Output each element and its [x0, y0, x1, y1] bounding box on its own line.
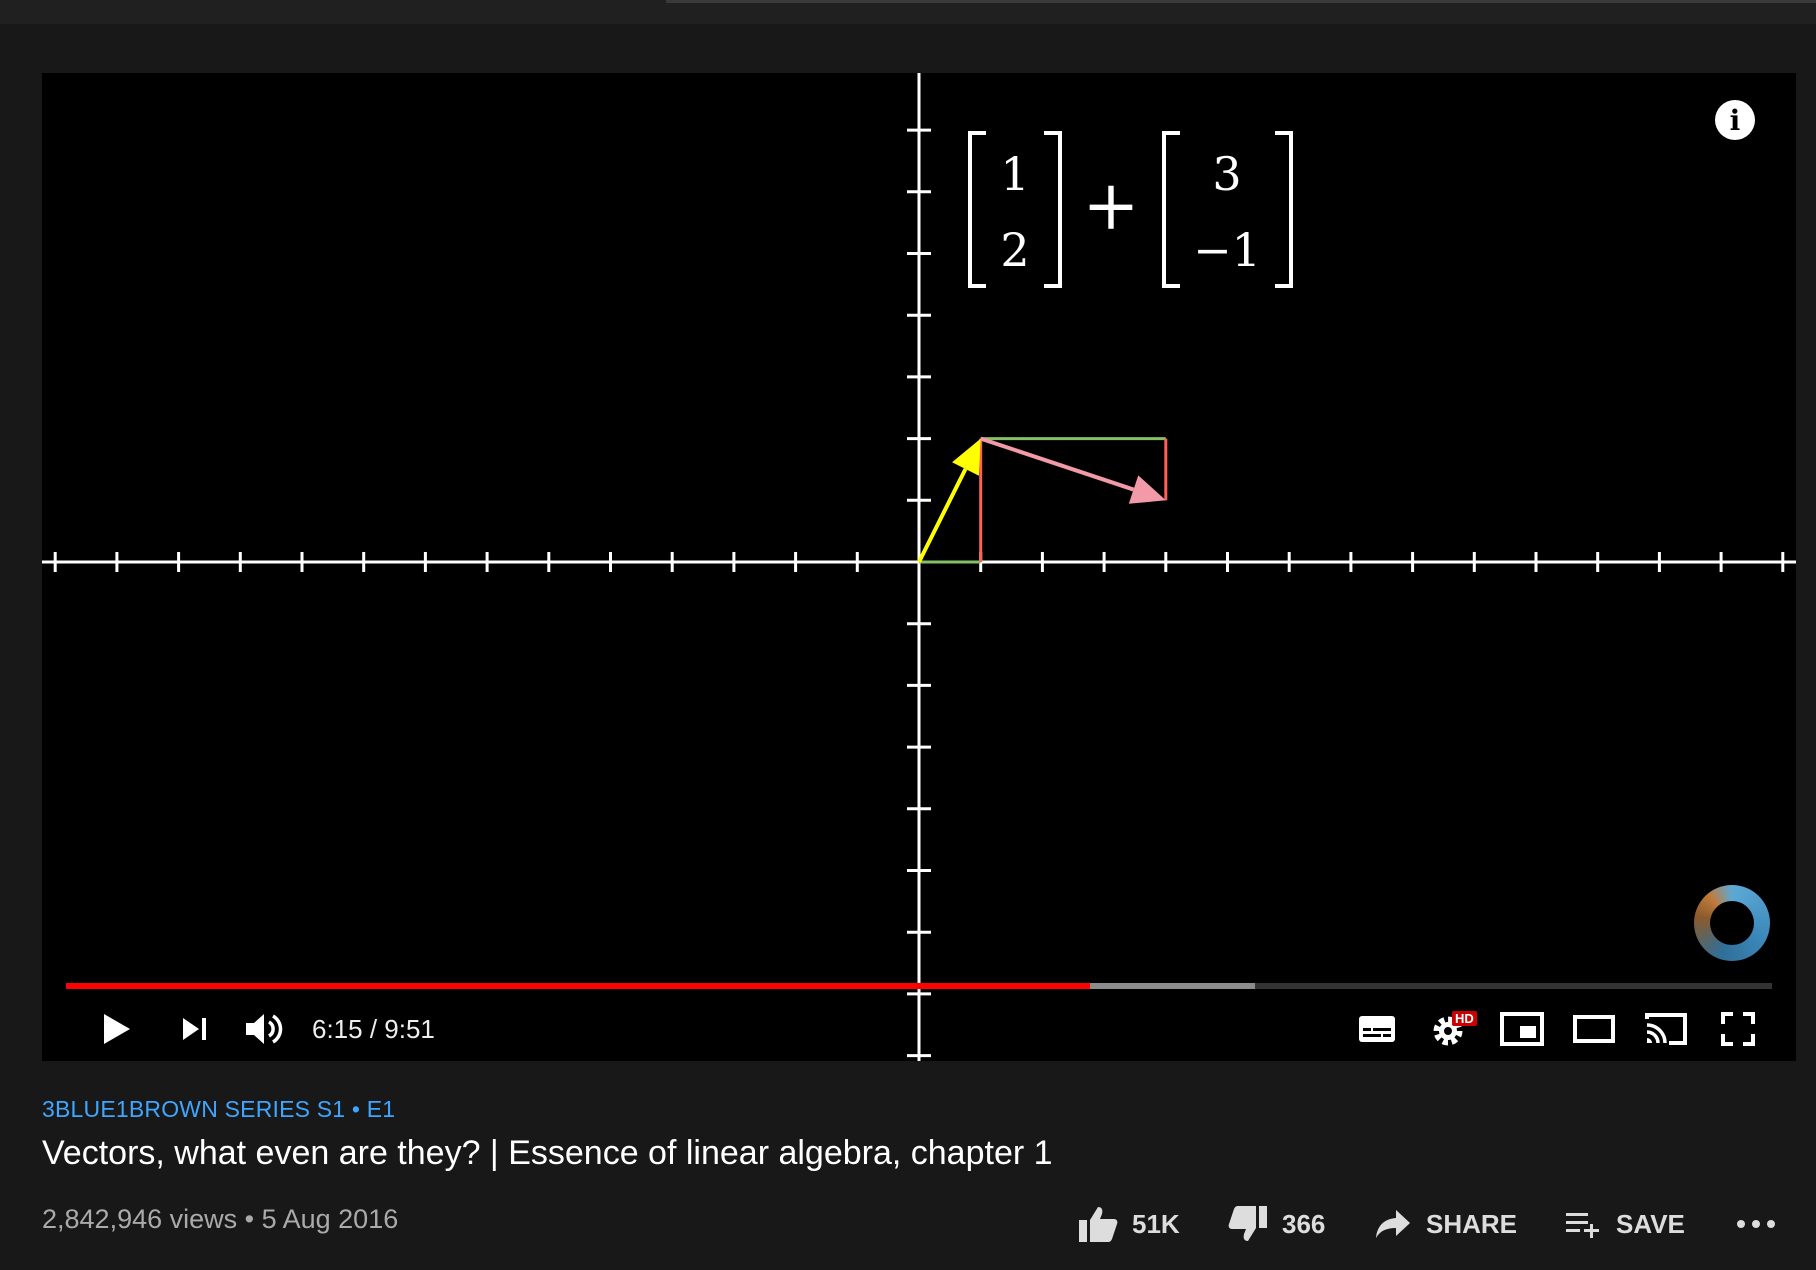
- miniplayer-button[interactable]: [1494, 1003, 1550, 1055]
- vector-a-matrix-right-bracket: [1044, 131, 1062, 288]
- player-controls: 6:15 / 9:51 HD: [42, 1003, 1796, 1061]
- top-bar-divider: [666, 0, 1816, 3]
- share-label: SHARE: [1426, 1208, 1518, 1239]
- cast-icon: [1645, 1013, 1687, 1045]
- info-icon[interactable]: i: [1715, 100, 1755, 140]
- vector-a-matrix-entry: 1: [1000, 147, 1029, 201]
- share-icon: [1376, 1210, 1410, 1238]
- save-button[interactable]: SAVE: [1564, 1196, 1685, 1252]
- more-icon: [1737, 1220, 1775, 1228]
- subtitles-button[interactable]: [1352, 1003, 1402, 1055]
- settings-button[interactable]: HD: [1422, 1003, 1478, 1055]
- thumbs-up-icon: [1079, 1207, 1118, 1242]
- share-button[interactable]: SHARE: [1374, 1196, 1517, 1252]
- theater-button[interactable]: [1566, 1003, 1622, 1055]
- cast-button[interactable]: [1638, 1003, 1694, 1055]
- like-button[interactable]: 51K: [1078, 1196, 1180, 1252]
- add-to-playlist-icon: [1566, 1213, 1599, 1238]
- volume-button[interactable]: [238, 1003, 290, 1055]
- hd-badge: HD: [1452, 1011, 1477, 1026]
- vector-b-matrix-right-bracket: [1275, 131, 1293, 288]
- vector-a-matrix-left-bracket: [968, 131, 986, 288]
- dislike-button[interactable]: 366: [1228, 1196, 1325, 1252]
- vector-a-matrix-entry: 2: [1000, 223, 1029, 277]
- like-count: 51K: [1132, 1208, 1180, 1239]
- thumbs-down-icon: [1228, 1206, 1267, 1241]
- vector-b-shaft: [980, 436, 1135, 492]
- more-actions-button[interactable]: [1736, 1196, 1790, 1252]
- video-player[interactable]: 1 2 +3 −1 i 6:15 / 9:51 HD: [42, 73, 1796, 1061]
- vector-a-shaft: [917, 468, 968, 563]
- vector-b-matrix-entry: −1: [1193, 223, 1261, 277]
- subtitles-icon: [1359, 1016, 1395, 1042]
- next-icon: [183, 1018, 206, 1040]
- fullscreen-icon: [1721, 1012, 1755, 1046]
- progress-played: [66, 983, 1090, 989]
- volume-icon: [246, 1014, 283, 1044]
- vector-b-matrix-entry: 3: [1212, 147, 1241, 201]
- theater-icon: [1573, 1015, 1615, 1043]
- time-display: 6:15 / 9:51: [312, 1014, 435, 1044]
- play-icon: [104, 1014, 130, 1044]
- next-button[interactable]: [170, 1003, 220, 1055]
- series-link[interactable]: 3BLUE1BROWN SERIES S1 • E1: [42, 1096, 395, 1123]
- play-button[interactable]: [92, 1003, 142, 1055]
- top-bar: [0, 0, 1816, 24]
- vector-b-head: [1128, 475, 1166, 504]
- video-frame: 1 2 + 3 −1: [42, 73, 1796, 1061]
- action-bar: 51K 366 SHARE SAVE: [0, 1196, 1816, 1252]
- miniplayer-icon: [1500, 1012, 1544, 1046]
- fullscreen-button[interactable]: [1710, 1003, 1766, 1055]
- save-label: SAVE: [1616, 1208, 1685, 1239]
- dislike-count: 366: [1282, 1208, 1326, 1239]
- loading-spinner-icon: [1694, 885, 1770, 961]
- video-title: Vectors, what even are they? | Essence o…: [42, 1134, 1053, 1172]
- plus-sign: +: [1083, 167, 1140, 246]
- vector-b-matrix-left-bracket: [1162, 131, 1180, 288]
- progress-bar[interactable]: [66, 983, 1772, 989]
